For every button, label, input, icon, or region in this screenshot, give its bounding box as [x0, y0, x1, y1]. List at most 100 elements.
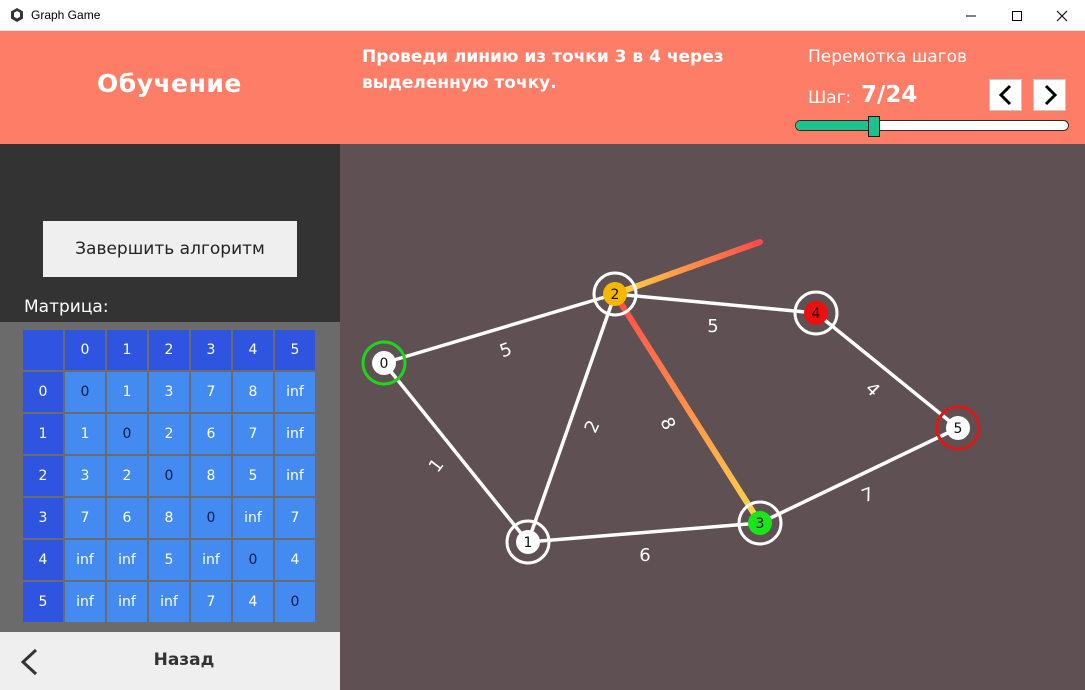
graph-canvas[interactable]: 5 1 2 6 5 8 4 7 0 1 2 3 4 5 [340, 144, 1085, 690]
title-bar: Graph Game [0, 0, 1085, 31]
matrix-cell: 0 [107, 414, 147, 454]
drawing-line [612, 239, 763, 297]
chevron-left-icon [998, 84, 1011, 106]
edge-weight-4-5: 4 [861, 378, 884, 401]
node-2-label: 2 [611, 287, 620, 303]
matrix-cell: 0 [275, 582, 315, 622]
matrix-cell: 1 [107, 372, 147, 412]
bottom-bar: Назад [0, 632, 340, 690]
prev-step-button[interactable] [989, 79, 1022, 111]
matrix-cell: inf [275, 456, 315, 496]
matrix-cell: inf [233, 498, 273, 538]
matrix-cell: inf [107, 582, 147, 622]
matrix-cell: 0 [65, 372, 105, 412]
header: Обучение Проведи линию из точки 3 в 4 че… [0, 31, 1085, 144]
adjacency-matrix: 0 1 2 3 4 5 0 0 1 3 7 8 inf 1 1 0 2 6 7 inf 2 3 2 0 8 5 inf 3 7 6 8 0 in… [23, 330, 315, 622]
matrix-cell: 5 [233, 456, 273, 496]
edge-weight-0-2: 5 [497, 339, 515, 363]
edge-1-2 [526, 292, 617, 544]
edge-weight-2-4: 5 [707, 316, 718, 337]
matrix-row-header: 2 [23, 456, 63, 496]
step-label: Шаг: [808, 88, 852, 108]
matrix-cell: 2 [149, 414, 189, 454]
matrix-row-header: 3 [23, 498, 63, 538]
matrix-col-header: 2 [149, 330, 189, 370]
matrix-cell: 7 [65, 498, 105, 538]
mode-title: Обучение [97, 69, 242, 98]
matrix-cell: inf [65, 540, 105, 580]
edge-weight-2-3: 8 [656, 414, 680, 433]
matrix-col-header: 1 [107, 330, 147, 370]
matrix-cell: 7 [275, 498, 315, 538]
instruction-text: Проведи линию из точки 3 в 4 через выдел… [362, 47, 724, 93]
slider-fill [796, 121, 876, 130]
slider-track [795, 120, 1069, 131]
matrix-cell: inf [149, 582, 189, 622]
matrix-cell: 6 [191, 414, 231, 454]
edge-0-1 [382, 361, 530, 544]
maximize-icon [1012, 10, 1022, 21]
matrix-cell: 7 [191, 582, 231, 622]
matrix-cell: inf [275, 414, 315, 454]
close-button[interactable] [1039, 0, 1085, 31]
window-title: Graph Game [31, 8, 101, 22]
minimize-icon [966, 15, 976, 16]
matrix-cell: inf [65, 582, 105, 622]
next-step-button[interactable] [1033, 79, 1066, 111]
rewind-label: Перемотка шагов [808, 47, 968, 67]
matrix-cell: 6 [107, 498, 147, 538]
matrix-cell: 4 [233, 582, 273, 622]
edge-weight-1-3: 6 [639, 545, 650, 566]
matrix-cell: 0 [191, 498, 231, 538]
step-slider[interactable] [795, 116, 1070, 137]
close-icon [1056, 10, 1068, 21]
slider-thumb[interactable] [868, 116, 881, 137]
matrix-cell: 1 [65, 414, 105, 454]
finish-algorithm-button[interactable]: Завершить алгоритм [43, 221, 297, 277]
graph-svg[interactable]: 5 1 2 6 5 8 4 7 0 1 2 3 4 5 [340, 144, 1085, 690]
matrix-cell: 0 [149, 456, 189, 496]
minimize-button[interactable] [948, 0, 994, 31]
maximize-button[interactable] [994, 0, 1040, 31]
node-3-label: 3 [756, 516, 765, 532]
matrix-row-header: 0 [23, 372, 63, 412]
matrix-cell: 8 [233, 372, 273, 412]
matrix-cell: inf [107, 540, 147, 580]
edge-2-3 [612, 291, 763, 526]
matrix-cell: 5 [149, 540, 189, 580]
matrix-corner [23, 330, 63, 370]
matrix-cell: 7 [233, 414, 273, 454]
edge-1-3 [526, 521, 762, 544]
matrix-cell: 0 [233, 540, 273, 580]
matrix-row-header: 5 [23, 582, 63, 622]
node-0-label: 0 [380, 356, 389, 372]
node-5-label: 5 [954, 421, 963, 437]
matrix-label: Матрица: [24, 297, 109, 317]
matrix-row-header: 4 [23, 540, 63, 580]
matrix-col-header: 5 [275, 330, 315, 370]
matrix-cell: inf [191, 540, 231, 580]
matrix-row-header: 1 [23, 414, 63, 454]
edge-weight-0-1: 1 [425, 455, 449, 477]
edge-3-5 [758, 426, 960, 525]
matrix-cell: 8 [149, 498, 189, 538]
matrix-cell: 4 [275, 540, 315, 580]
edge-weight-1-2: 2 [581, 417, 605, 436]
edge-2-4 [613, 292, 818, 315]
matrix-col-header: 0 [65, 330, 105, 370]
matrix-cell: 3 [65, 456, 105, 496]
back-button[interactable]: Назад [0, 650, 368, 670]
matrix-col-header: 4 [233, 330, 273, 370]
matrix-cell: 7 [191, 372, 231, 412]
matrix-col-header: 3 [191, 330, 231, 370]
matrix-cell: 2 [107, 456, 147, 496]
edge-4-5 [814, 311, 960, 430]
matrix-cell: 3 [149, 372, 189, 412]
app-icon [11, 8, 23, 22]
step-value: 7/24 [861, 82, 918, 108]
node-1-label: 1 [524, 535, 533, 551]
matrix-cell: inf [275, 372, 315, 412]
chevron-right-icon [1044, 84, 1057, 106]
node-4-label: 4 [812, 306, 821, 322]
matrix-cell: 8 [191, 456, 231, 496]
